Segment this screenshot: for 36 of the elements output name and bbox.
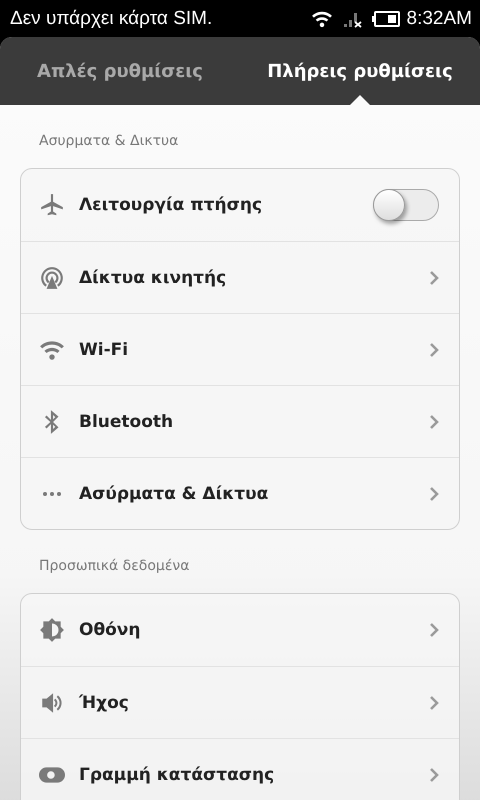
chevron-icon: [429, 342, 439, 358]
tab[interactable]: Απλές ρυθμίσεις: [0, 37, 240, 105]
chevron-icon: [429, 622, 439, 638]
row-label: Wi-Fi: [79, 340, 130, 360]
row-label: Γραμμή κατάστασης: [79, 764, 276, 784]
antenna-icon: [39, 264, 65, 290]
tab[interactable]: Πλήρεις ρυθμίσεις: [240, 37, 480, 105]
brightness-icon: [39, 617, 65, 643]
clock-text: 8:32AM: [406, 8, 472, 30]
row-label: Δίκτυα κινητής: [79, 268, 228, 288]
settings-row[interactable]: Οθόνη: [21, 594, 459, 666]
section-header: Ασυρματα & Δικτυα: [38, 132, 180, 151]
section-header: Προσωπικά δεδομένα: [38, 557, 190, 576]
row-label: Ασύρματα & Δίκτυα: [79, 484, 270, 504]
chevron-icon: [429, 414, 439, 430]
airplane-icon: [39, 192, 65, 218]
row-label: Λειτουργία πτήσης: [79, 195, 264, 215]
more-icon: [41, 490, 63, 496]
settings-row[interactable]: Wi-Fi: [21, 313, 459, 385]
chevron-icon: [429, 486, 439, 502]
settings-row[interactable]: Ασύρματα & Δίκτυα: [21, 457, 459, 529]
row-label: Bluetooth: [79, 412, 174, 432]
settings-row[interactable]: Λειτουργία πτήσης: [21, 169, 459, 241]
settings-row[interactable]: Δίκτυα κινητής: [21, 241, 459, 313]
settings-row[interactable]: Γραμμή κατάστασης: [21, 738, 459, 800]
row-label: Ήχος: [79, 692, 130, 712]
settings-row[interactable]: Bluetooth: [21, 385, 459, 457]
settings-row[interactable]: Ήχος: [21, 666, 459, 738]
row-label: Οθόνη: [79, 620, 142, 640]
battery-icon: [370, 10, 401, 28]
chevron-icon: [429, 270, 439, 286]
carrier-text: Δεν υπάρχει κάρτα SIM.: [10, 8, 214, 30]
wifi-signal-icon: [310, 10, 333, 28]
chevron-icon: [429, 694, 439, 710]
toggle-switch[interactable]: [373, 189, 439, 221]
chevron-icon: [429, 766, 439, 782]
